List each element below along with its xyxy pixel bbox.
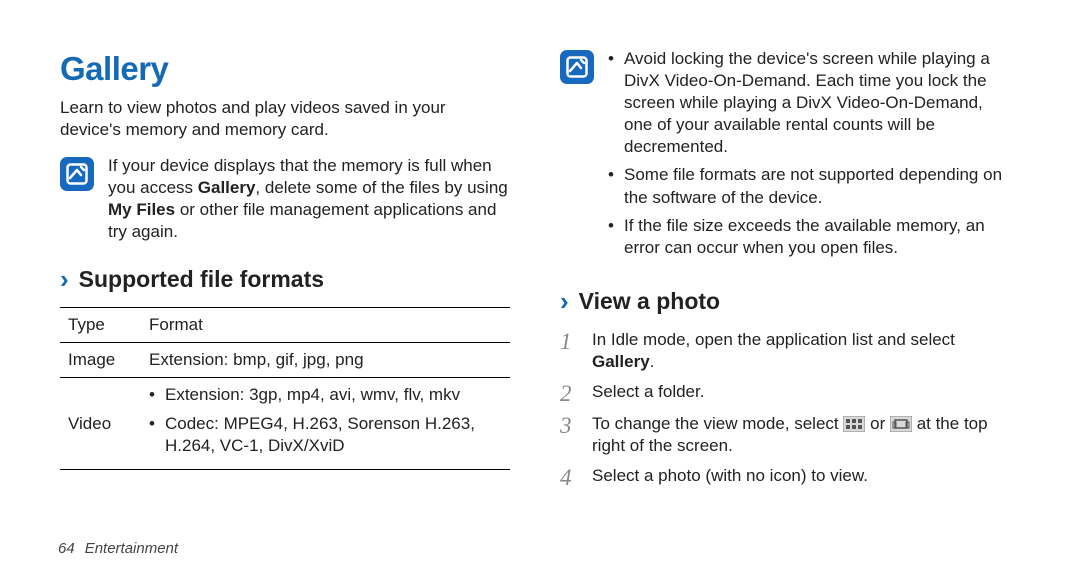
note-bold-myfiles: My Files — [108, 200, 175, 219]
table-row: Image Extension: bmp, gif, jpg, png — [60, 343, 510, 378]
cell-format: Extension: 3gp, mp4, avi, wmv, flv, mkv … — [141, 378, 510, 469]
chevron-right-icon: › — [560, 285, 569, 319]
step-item: 4 Select a photo (with no icon) to view. — [560, 465, 1010, 489]
list-item: If the file size exceeds the available m… — [608, 215, 1010, 259]
table-row: Video Extension: 3gp, mp4, avi, wmv, flv… — [60, 378, 510, 469]
note-text: , delete some of the files by using — [255, 178, 507, 197]
list-item: Some file formats are not supported depe… — [608, 164, 1010, 208]
subhead-label: View a photo — [579, 287, 720, 317]
list-item: Codec: MPEG4, H.263, Sorenson H.263, H.2… — [149, 413, 502, 457]
th-type: Type — [60, 308, 141, 343]
subhead-formats: › Supported file formats — [60, 263, 510, 297]
step-text: Select a photo (with no icon) to view. — [592, 465, 1010, 487]
step-text: In Idle mode, open the application list … — [592, 330, 955, 349]
cell-type: Image — [60, 343, 141, 378]
step-number: 3 — [560, 414, 580, 437]
steps-list: 1 In Idle mode, open the application lis… — [560, 329, 1010, 489]
left-column: Gallery Learn to view photos and play vi… — [60, 48, 510, 556]
chevron-right-icon: › — [60, 263, 69, 297]
cell-type: Video — [60, 378, 141, 469]
note-icon — [60, 157, 94, 191]
step-text: Select a folder. — [592, 381, 1010, 403]
note-block: Avoid locking the device's screen while … — [560, 48, 1010, 265]
page: Gallery Learn to view photos and play vi… — [0, 0, 1080, 586]
step-text: or — [870, 414, 890, 433]
step-text: To change the view mode, select — [592, 414, 843, 433]
step-bold-gallery: Gallery — [592, 352, 650, 371]
step-item: 2 Select a folder. — [560, 381, 1010, 405]
note-body: If your device displays that the memory … — [108, 155, 510, 243]
cell-format: Extension: bmp, gif, jpg, png — [141, 343, 510, 378]
th-format: Format — [141, 308, 510, 343]
step-number: 2 — [560, 382, 580, 405]
section-name: Entertainment — [85, 539, 178, 559]
step-text: . — [650, 352, 655, 371]
stack-view-icon — [890, 415, 912, 433]
note-bold-gallery: Gallery — [198, 178, 256, 197]
step-number: 4 — [560, 466, 580, 489]
right-column: Avoid locking the device's screen while … — [560, 48, 1010, 556]
table-header-row: Type Format — [60, 308, 510, 343]
subhead-label: Supported file formats — [79, 265, 324, 295]
note-body: Avoid locking the device's screen while … — [608, 48, 1010, 265]
list-item: Extension: 3gp, mp4, avi, wmv, flv, mkv — [149, 384, 502, 406]
subhead-view-photo: › View a photo — [560, 285, 1010, 319]
page-title: Gallery — [60, 48, 510, 91]
note-icon — [560, 50, 594, 84]
list-item: Avoid locking the device's screen while … — [608, 48, 1010, 158]
step-number: 1 — [560, 330, 580, 353]
grid-view-icon — [843, 415, 865, 433]
page-footer: 64 Entertainment — [58, 539, 178, 559]
formats-table: Type Format Image Extension: bmp, gif, j… — [60, 307, 510, 469]
page-number: 64 — [58, 539, 75, 559]
note-block: If your device displays that the memory … — [60, 155, 510, 243]
step-item: 3 To change the view mode, select — [560, 413, 1010, 457]
intro-text: Learn to view photos and play videos sav… — [60, 97, 510, 141]
step-item: 1 In Idle mode, open the application lis… — [560, 329, 1010, 373]
